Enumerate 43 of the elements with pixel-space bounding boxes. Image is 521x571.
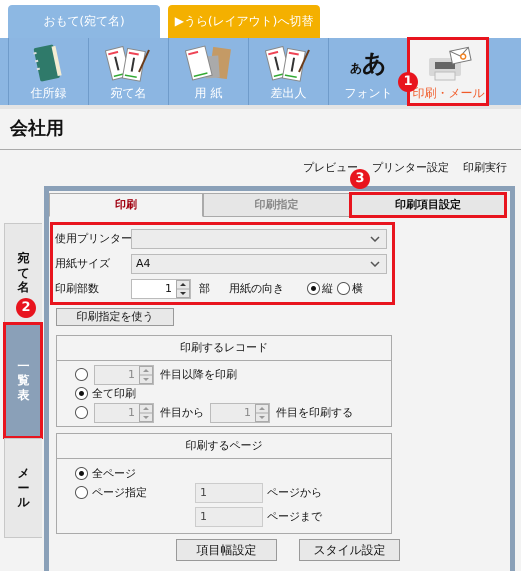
unit-label: 部 — [199, 282, 211, 296]
radio-label: 縦 — [322, 282, 333, 296]
spin-arrows-icon — [139, 404, 153, 422]
option-label: 件目を印刷する — [276, 406, 353, 420]
number-badge: 3 — [350, 169, 370, 189]
group-title: 印刷するレコード — [57, 336, 391, 361]
tab[interactable]: 印刷項目設定 — [350, 193, 506, 217]
option-label: 全て印刷 — [92, 386, 136, 400]
side-tab[interactable]: メール — [4, 438, 42, 538]
radio-button[interactable] — [337, 282, 350, 295]
field-label: 印刷部数 — [55, 282, 100, 296]
settings-button[interactable]: スタイル設定 — [299, 539, 400, 561]
radio-button[interactable] — [75, 368, 88, 381]
number-spinner[interactable]: 1 — [131, 278, 191, 298]
group-title: 印刷するページ — [57, 434, 391, 459]
option-label: 件目以降を印刷 — [160, 368, 237, 382]
use-settings-button[interactable]: 印刷指定を使う — [56, 308, 174, 326]
option-label: 件目から — [160, 406, 204, 420]
radio-button[interactable] — [75, 406, 88, 419]
radio-button[interactable] — [75, 486, 88, 499]
radio-button[interactable] — [75, 387, 88, 400]
chevron-down-icon — [370, 236, 380, 242]
action-link[interactable]: プリンター設定 — [372, 161, 449, 175]
option-label: ページ指定 — [92, 486, 147, 500]
field-label: 使用プリンター — [55, 232, 131, 246]
field-label: 用紙サイズ — [55, 256, 111, 270]
font-icon: ああ — [350, 50, 387, 76]
tab[interactable]: 印刷 — [49, 193, 203, 217]
field-label: ページまで — [267, 510, 322, 524]
radio-label: 横 — [352, 282, 363, 296]
spin-arrows-icon — [139, 366, 153, 384]
field-label: 用紙の向き — [229, 282, 285, 296]
spin-arrows-icon — [176, 280, 190, 298]
chevron-down-icon — [370, 260, 380, 266]
page-title: 会社用 — [10, 118, 64, 140]
radio-button[interactable] — [307, 282, 320, 295]
field-label: ページから — [267, 486, 322, 500]
radio-button[interactable] — [75, 467, 88, 480]
dropdown[interactable]: A4 — [131, 254, 387, 274]
spin-arrows-icon — [255, 404, 269, 422]
settings-button[interactable]: 項目幅設定 — [176, 539, 277, 561]
action-link[interactable]: 印刷実行 — [463, 161, 507, 175]
option-label: 全ページ — [92, 466, 136, 480]
